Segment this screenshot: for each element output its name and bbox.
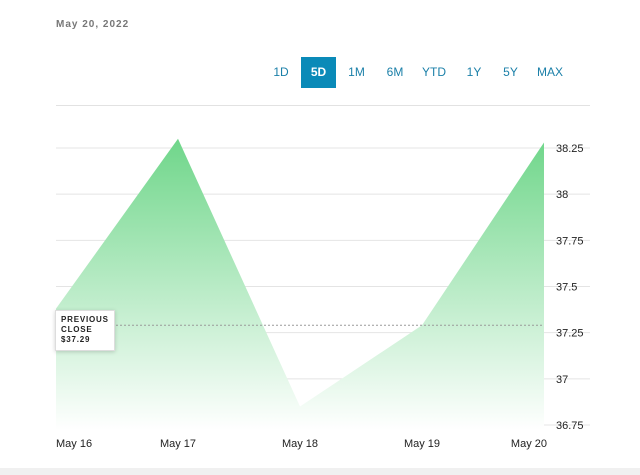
previous-close-value: $37.29 — [61, 335, 91, 344]
x-axis: May 16 May 17 May 18 May 19 May 20 — [56, 438, 547, 450]
previous-close-title-1: PREVIOUS — [61, 315, 109, 324]
y-tick-label: 36.75 — [556, 420, 584, 432]
x-tick-label: May 20 — [511, 438, 547, 450]
y-tick-label: 37.75 — [556, 235, 584, 247]
page-footer-strip — [0, 468, 640, 475]
y-tick-label: 38.25 — [556, 143, 584, 155]
y-tick-label: 37.5 — [556, 282, 577, 294]
y-tick-label: 38 — [556, 189, 568, 201]
price-area — [56, 138, 544, 430]
y-tick-label: 37.25 — [556, 328, 584, 340]
y-tick-label: 37 — [556, 374, 568, 386]
x-tick-label: May 18 — [282, 438, 318, 450]
x-tick-label: May 16 — [56, 438, 92, 450]
price-chart: 36.753737.2537.537.753838.25 May 16 May 1… — [56, 138, 590, 450]
previous-close-label: PREVIOUS CLOSE $37.29 — [55, 310, 115, 351]
x-tick-label: May 19 — [404, 438, 440, 450]
previous-close-title-2: CLOSE — [61, 325, 93, 334]
x-tick-label: May 17 — [160, 438, 196, 450]
y-axis: 36.75 37 37.25 37.5 37.75 38 38.25 — [556, 143, 584, 432]
